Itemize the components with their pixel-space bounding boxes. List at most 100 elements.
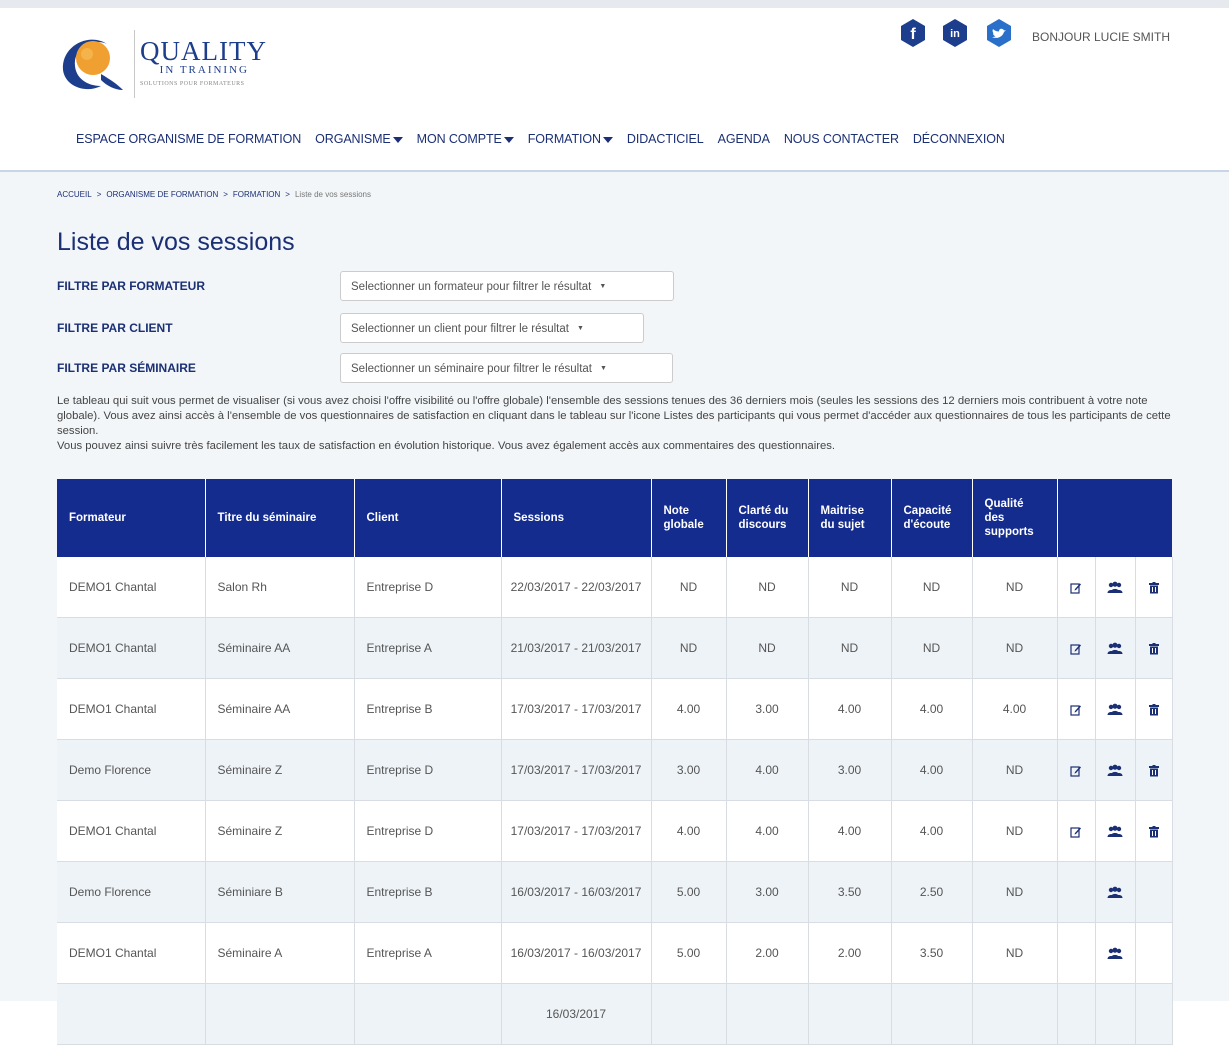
cell-clarte: 3.00 [726, 678, 809, 740]
col-header-note-globale[interactable]: Note globale [651, 479, 727, 557]
brand-name: QUALITY [140, 36, 267, 66]
participants-icon[interactable] [1107, 641, 1123, 655]
col-header-ecoute[interactable]: Capacité d'écoute [891, 479, 973, 557]
edit-icon[interactable] [1070, 702, 1082, 716]
participants-icon[interactable] [1107, 763, 1123, 777]
table-row: DEMO1 Chantal Séminaire Z Entreprise D 17/0… [57, 800, 1173, 862]
col-header-client[interactable]: Client [354, 479, 502, 557]
user-greeting: BONJOUR LUCIE SMITH [1032, 30, 1171, 44]
filter-seminaire-placeholder: Selectionner un séminaire pour filtrer l… [351, 363, 592, 376]
cell-ecoute: 3.50 [891, 922, 973, 984]
twitter-icon[interactable] [984, 18, 1014, 48]
cell-formateur: DEMO1 Chantal [57, 800, 206, 862]
col-header-clarte[interactable]: Clarté du discours [726, 479, 809, 557]
filter-formateur-select[interactable]: Selectionner un formateur pour filtrer l… [340, 271, 674, 301]
nav-item-label: ORGANISME [315, 132, 391, 146]
nav-item-mon-compte[interactable]: MON COMPTE [417, 132, 514, 146]
trash-icon[interactable] [1148, 580, 1159, 594]
table-row: DEMO1 Chantal Séminaire AA Entreprise B 17/… [57, 678, 1173, 740]
col-header-supports[interactable]: Qualité des supports [972, 479, 1058, 557]
cell-action-edit [1057, 922, 1096, 984]
filter-client-select[interactable]: Selectionner un client pour filtrer le r… [340, 313, 644, 343]
table-row: DEMO1 Chantal Séminaire A Entreprise A 16/0… [57, 922, 1173, 984]
sessions-table: Formateur Titre du séminaire Client Sess… [57, 479, 1173, 1045]
cell-action-delete [1135, 557, 1173, 618]
cell-titre: Séminaire A [205, 922, 355, 984]
nav-item-agenda[interactable]: AGENDA [718, 132, 770, 146]
cell-client: Entreprise D [354, 800, 502, 862]
nav-item-label: NOUS CONTACTER [783, 132, 899, 146]
cell-client: Entreprise A [354, 922, 502, 984]
nav-item-organisme[interactable]: ORGANISME [315, 132, 403, 146]
nav-item-espace-organisme-de-formation[interactable]: ESPACE ORGANISME DE FORMATION [76, 132, 301, 146]
cell-supports: ND [972, 800, 1058, 862]
trash-icon[interactable] [1148, 641, 1159, 655]
top-border [0, 0, 1229, 8]
cell-titre: Séminaire Z [205, 800, 355, 862]
logo-text: QUALITY IN TRAINING SOLUTIONS POUR FORMA… [140, 36, 267, 88]
participants-icon[interactable] [1107, 580, 1123, 594]
breadcrumb-link[interactable]: ACCUEIL [57, 190, 92, 199]
participants-icon[interactable] [1107, 702, 1123, 716]
nav-item-formation[interactable]: FORMATION [528, 132, 613, 146]
nav-item-nous-contacter[interactable]: NOUS CONTACTER [784, 132, 899, 146]
cell-session: 17/03/2017 - 17/03/2017 [501, 739, 652, 801]
cell-clarte: ND [726, 617, 809, 679]
nav-item-didacticiel[interactable]: DIDACTICIEL [627, 132, 704, 146]
chevron-down-icon [392, 136, 403, 143]
cell-action-participants [1095, 922, 1136, 984]
cell-note: 4.00 [651, 800, 727, 862]
brand-subtitle: IN TRAINING [159, 64, 249, 76]
cell-client [354, 983, 502, 1045]
cell-ecoute: 4.00 [891, 739, 973, 801]
cell-clarte: ND [726, 557, 809, 618]
main-nav: ESPACE ORGANISME DE FORMATION ORGANISME MO… [76, 130, 1019, 148]
cell-client: Entreprise B [354, 678, 502, 740]
edit-icon[interactable] [1070, 641, 1082, 655]
trash-icon[interactable] [1148, 824, 1159, 838]
cell-action-delete [1135, 678, 1173, 740]
main-content: ACCUEIL > ORGANISME DE FORMATION > FORMATION… [0, 170, 1229, 1045]
cell-client: Entreprise D [354, 739, 502, 801]
col-header-titre[interactable]: Titre du séminaire [205, 479, 355, 557]
participants-icon[interactable] [1107, 824, 1123, 838]
cell-clarte: 4.00 [726, 739, 809, 801]
cell-titre: Séminaire Z [205, 739, 355, 801]
breadcrumb-link[interactable]: ORGANISME DE FORMATION [106, 190, 218, 199]
facebook-icon[interactable]: f [898, 18, 928, 48]
cell-maitrise: ND [808, 557, 892, 618]
table-row: Demo Florence Séminiare B Entreprise B 16/0… [57, 861, 1173, 923]
filter-client-placeholder: Selectionner un client pour filtrer le r… [351, 323, 569, 336]
col-header-formateur[interactable]: Formateur [57, 479, 206, 557]
filter-formateur-label: FILTRE PAR FORMATEUR [57, 279, 205, 293]
cell-supports: ND [972, 861, 1058, 923]
cell-action-edit [1057, 617, 1096, 679]
linkedin-icon[interactable]: in [940, 18, 970, 48]
breadcrumb-link[interactable]: FORMATION [233, 190, 280, 199]
edit-icon[interactable] [1070, 580, 1082, 594]
cell-action-participants [1095, 983, 1136, 1045]
col-header-sessions[interactable]: Sessions [501, 479, 652, 557]
filter-seminaire-select[interactable]: Selectionner un séminaire pour filtrer l… [340, 353, 673, 383]
participants-icon[interactable] [1107, 946, 1123, 960]
intro-paragraph: Vous pouvez ainsi suivre très facilement… [57, 440, 836, 452]
site-logo[interactable]: QUALITY IN TRAINING SOLUTIONS POUR FORMA… [55, 26, 285, 106]
cell-session: 17/03/2017 - 17/03/2017 [501, 678, 652, 740]
edit-icon[interactable] [1070, 824, 1082, 838]
trash-icon[interactable] [1148, 763, 1159, 777]
col-header-maitrise[interactable]: Maitrise du sujet [808, 479, 892, 557]
participants-icon[interactable] [1107, 885, 1123, 899]
cell-maitrise: ND [808, 617, 892, 679]
table-header-row: Formateur Titre du séminaire Client Sess… [57, 479, 1173, 557]
table-row: 16/03/2017 [57, 983, 1173, 1045]
nav-item-label: ESPACE ORGANISME DE FORMATION [76, 132, 302, 146]
cell-action-edit [1057, 557, 1096, 618]
cell-action-edit [1057, 739, 1096, 801]
filter-formateur-placeholder: Selectionner un formateur pour filtrer l… [351, 281, 592, 294]
cell-note: 5.00 [651, 861, 727, 923]
nav-item-déconnexion[interactable]: DÉCONNEXION [913, 132, 1005, 146]
cell-maitrise: 4.00 [808, 800, 892, 862]
edit-icon[interactable] [1070, 763, 1082, 777]
trash-icon[interactable] [1148, 702, 1159, 716]
breadcrumb: ACCUEIL > ORGANISME DE FORMATION > FORMATION… [57, 190, 371, 199]
